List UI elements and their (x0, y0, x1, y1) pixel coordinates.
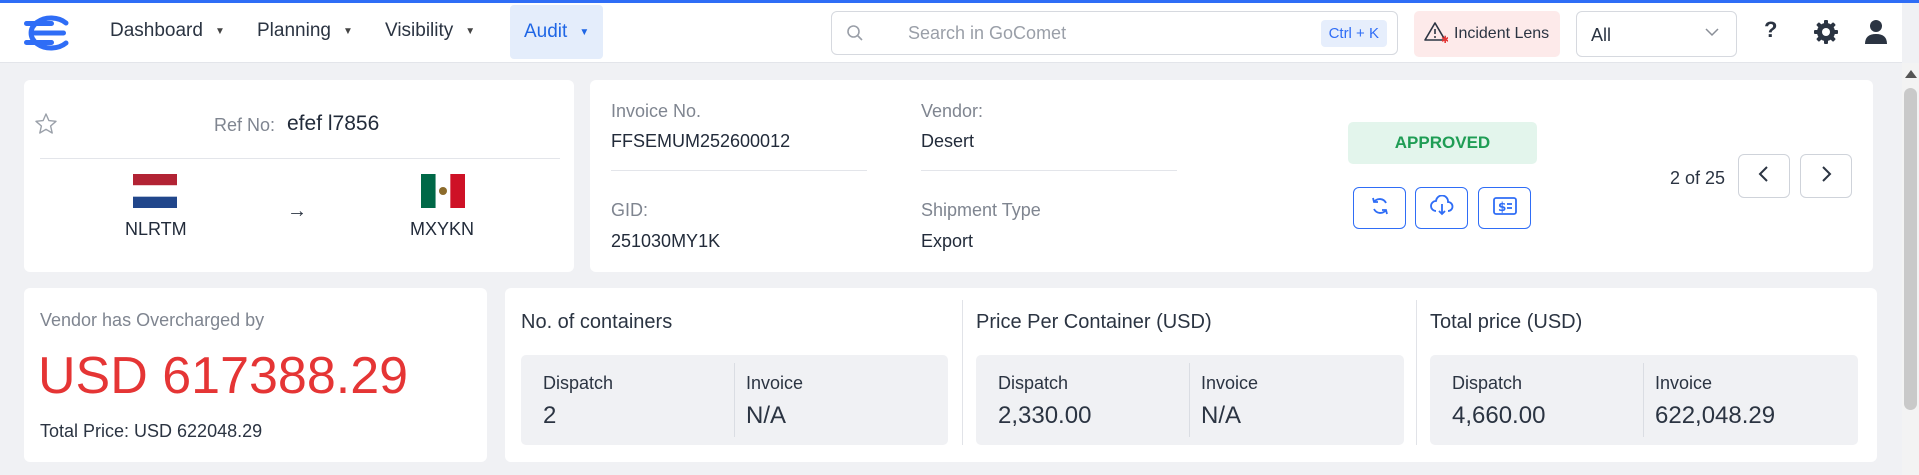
ref-no-label: Ref No: (214, 115, 276, 135)
search-placeholder: Search in GoComet (908, 23, 1067, 43)
divider (40, 158, 560, 159)
price-per-container-comparison: Dispatch 2,330.00 Invoice N/A (976, 355, 1404, 445)
shipment-type-value: Export (921, 231, 974, 251)
price-per-container-title: Price Per Container (USD) (976, 311, 1212, 333)
divider (611, 170, 867, 171)
caret-down-icon: ▼ (465, 25, 476, 37)
incident-lens-button[interactable]: ✱ Incident Lens (1414, 11, 1560, 57)
warning-icon: ✱ (1424, 21, 1449, 48)
divider (921, 170, 1177, 171)
incident-lens-label: Incident Lens (1454, 25, 1550, 42)
menu-audit[interactable]: Audit ▼ (510, 5, 604, 59)
cloud-download-button[interactable] (1415, 187, 1468, 229)
menu-planning-label: Planning (257, 20, 331, 41)
chevron-right-icon (1819, 165, 1833, 188)
invoice-card: Invoice No. FFSEMUM252600012 Vendor: Des… (590, 80, 1873, 272)
netherlands-flag-icon (133, 174, 177, 213)
destination-port-code: MXYKN (410, 219, 475, 239)
arrow-right-icon: → (287, 200, 307, 222)
refresh-button[interactable] (1353, 187, 1406, 229)
invoice-value: N/A (1201, 402, 1242, 429)
previous-button[interactable] (1738, 154, 1790, 198)
invoice-no-label: Invoice No. (611, 101, 702, 121)
caret-down-icon: ▼ (342, 25, 353, 37)
total-price-text: Total Price: USD 622048.29 (40, 421, 263, 441)
user-avatar-icon[interactable] (1864, 19, 1888, 50)
dispatch-label: Dispatch (998, 373, 1069, 393)
divider (962, 300, 963, 445)
gocomet-logo[interactable] (20, 15, 70, 51)
invoice-label: Invoice (746, 373, 804, 393)
dispatch-label: Dispatch (543, 373, 614, 393)
vendor-value: Desert (921, 131, 975, 151)
scrollbar-thumb[interactable] (1904, 88, 1917, 410)
ref-no-value: efef l7856 (287, 112, 380, 135)
invoice-label: Invoice (1655, 373, 1713, 393)
caret-down-icon: ▼ (579, 26, 590, 38)
total-price-comparison: Dispatch 4,660.00 Invoice 622,048.29 (1430, 355, 1858, 445)
menu-visibility-label: Visibility (385, 20, 454, 41)
divider (734, 363, 735, 437)
menu-audit-label: Audit (524, 21, 568, 42)
scroll-up-arrow[interactable] (1905, 70, 1917, 78)
settings-icon[interactable] (1813, 19, 1839, 50)
dispatch-value: 4,660.00 (1452, 402, 1546, 429)
gid-label: GID: (611, 200, 649, 220)
divider (1189, 363, 1190, 437)
total-price-title: Total price (USD) (1430, 311, 1583, 333)
invoice-value: N/A (746, 402, 787, 429)
caret-down-icon: ▼ (214, 25, 225, 37)
shipment-card: Ref No: efef l7856 NLRTM → MXYKN (24, 80, 574, 272)
vendor-label: Vendor: (921, 101, 984, 121)
containers-title: No. of containers (521, 311, 673, 333)
top-navbar: Dashboard ▼ Planning ▼ Visibility ▼ Audi… (0, 3, 1902, 63)
help-icon[interactable]: ? (1764, 17, 1777, 43)
next-button[interactable] (1800, 154, 1852, 198)
overcharge-amount: USD 617388.29 (38, 347, 409, 405)
filter-select[interactable]: All (1576, 11, 1737, 57)
menu-dashboard-label: Dashboard (110, 20, 203, 41)
overcharge-card: Vendor has Overcharged by USD 617388.29 … (24, 288, 487, 462)
refresh-icon (1369, 195, 1391, 222)
menu-planning[interactable]: Planning ▼ (243, 3, 367, 59)
svg-text:✱: ✱ (1441, 35, 1448, 43)
pagination-text: 2 of 25 (1670, 168, 1726, 188)
dispatch-value: 2,330.00 (998, 402, 1092, 429)
dispatch-label: Dispatch (1452, 373, 1523, 393)
shipment-type-label: Shipment Type (921, 200, 1041, 220)
invoice-label: Invoice (1201, 373, 1259, 393)
star-icon[interactable] (34, 112, 58, 141)
divider (1643, 363, 1644, 437)
menu-visibility[interactable]: Visibility ▼ (371, 3, 489, 59)
billing-button[interactable]: $ (1478, 187, 1531, 229)
menu-dashboard[interactable]: Dashboard ▼ (96, 3, 239, 59)
invoice-value: 622,048.29 (1655, 402, 1776, 429)
invoice-dollar-icon: $ (1492, 195, 1518, 222)
divider (1416, 300, 1417, 445)
search-shortcut-badge: Ctrl + K (1320, 20, 1387, 47)
gid-value: 251030MY1K (611, 231, 721, 251)
invoice-no-value: FFSEMUM252600012 (611, 131, 791, 151)
origin-port-code: NLRTM (125, 219, 187, 239)
chevron-left-icon (1757, 165, 1771, 188)
mexico-flag-icon (421, 174, 465, 213)
containers-comparison: Dispatch 2 Invoice N/A (521, 355, 948, 445)
dispatch-value: 2 (543, 402, 557, 429)
overcharge-label: Vendor has Overcharged by (40, 310, 265, 330)
search-box[interactable]: Search in GoComet Ctrl + K (831, 11, 1398, 55)
cloud-download-icon (1429, 194, 1454, 222)
svg-text:$: $ (1498, 200, 1506, 214)
search-icon (846, 24, 864, 47)
status-badge: APPROVED (1348, 122, 1537, 164)
filter-select-value: All (1591, 25, 1612, 45)
chevron-down-icon (1704, 24, 1720, 45)
